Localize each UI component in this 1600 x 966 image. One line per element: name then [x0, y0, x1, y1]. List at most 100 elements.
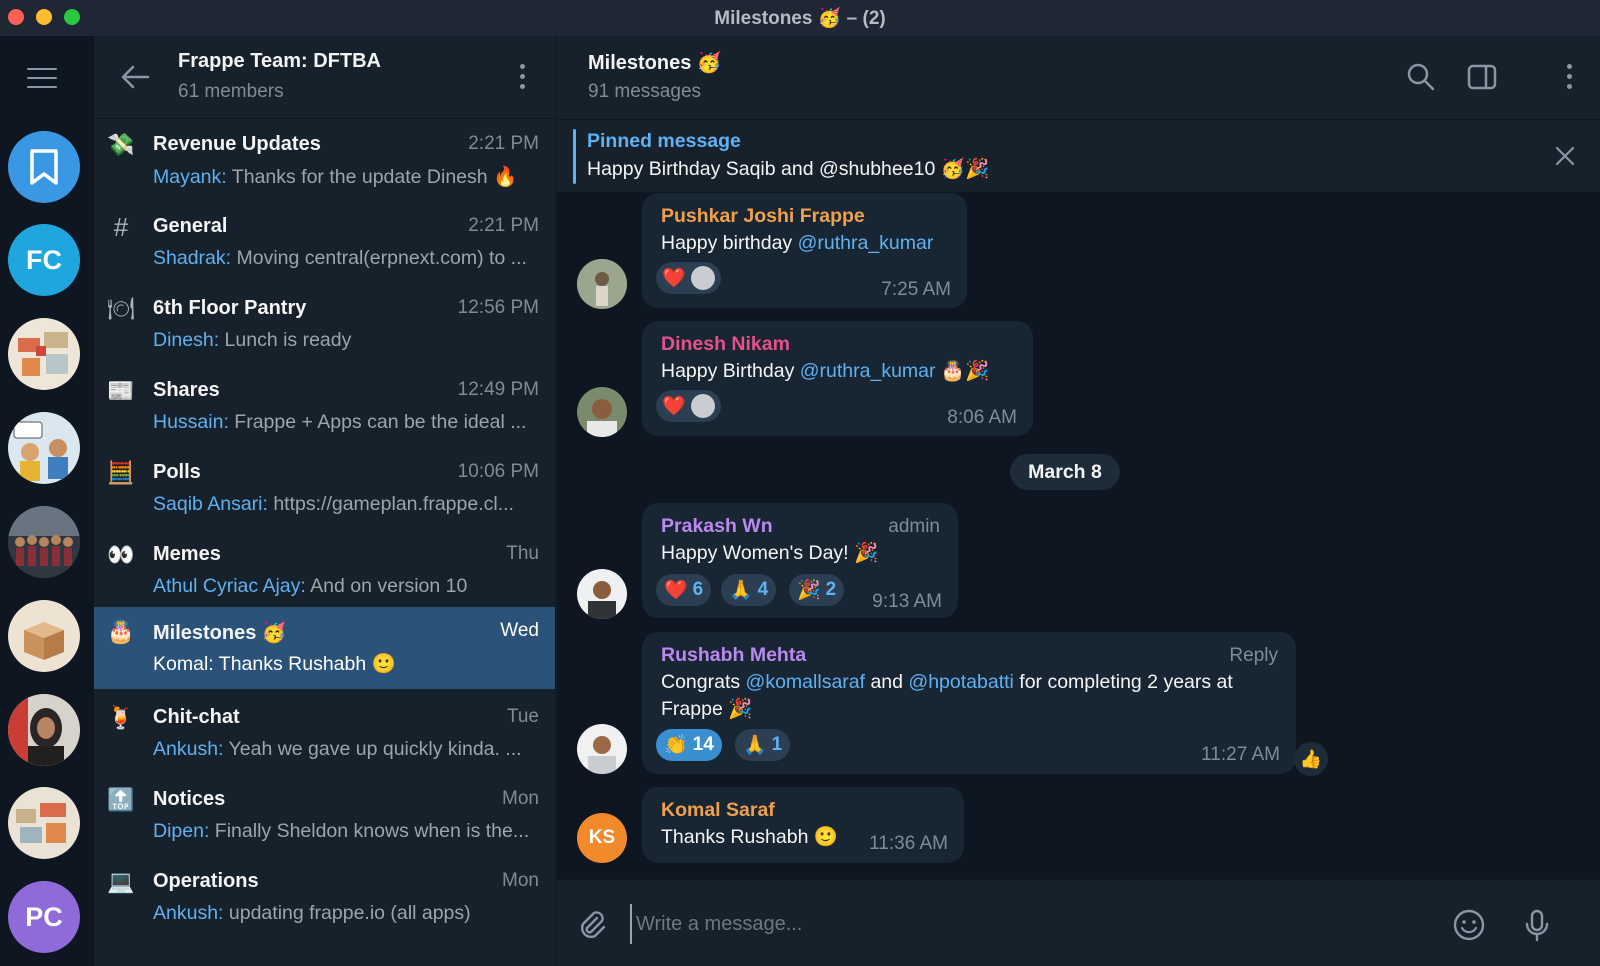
back-arrow-icon[interactable]: [120, 64, 150, 90]
reaction-pray[interactable]: 🙏 1: [735, 729, 791, 761]
chat-preview: Ankush: updating frappe.io (all apps): [153, 902, 545, 925]
cartoon-image: [13, 421, 68, 481]
attach-icon[interactable]: [575, 908, 609, 942]
message-author: Dinesh Nikam: [661, 333, 790, 355]
emoji-icon[interactable]: [1452, 908, 1486, 942]
chat-item-6th-floor-pantry[interactable]: 🍽 6th Floor Pantry 12:56 PM Dinesh: Lunc…: [94, 284, 555, 366]
message-bubble[interactable]: Dinesh Nikam Happy Birthday @ruthra_kuma…: [642, 321, 1033, 436]
quick-reaction-button[interactable]: 👍: [1294, 742, 1328, 776]
more-options-icon[interactable]: [1566, 64, 1574, 92]
message-time: 8:06 AM: [947, 407, 1017, 428]
chat-item-general[interactable]: # General 2:21 PM Shadrak: Moving centra…: [94, 202, 555, 284]
preview-sender: Dipen:: [153, 820, 210, 842]
preview-text: Yeah we gave up quickly kinda. ...: [228, 738, 522, 760]
hamburger-menu-icon[interactable]: [27, 68, 57, 88]
message-input[interactable]: [630, 904, 1410, 944]
team-photo-avatar[interactable]: [8, 506, 80, 578]
avatar-photo: [577, 387, 627, 437]
preview-text: Frappe + Apps can be the ideal ...: [234, 411, 527, 433]
office-map-2-avatar[interactable]: [8, 787, 80, 859]
reply-button[interactable]: Reply: [1229, 645, 1278, 667]
more-options-icon[interactable]: [519, 64, 527, 92]
window-title: Milestones 🥳 – (2): [714, 8, 886, 29]
cartoon-avatar[interactable]: [8, 412, 80, 484]
chat-item-notices[interactable]: 🔝 Notices Mon Dipen: Finally Sheldon kno…: [94, 775, 555, 857]
chat-item-shares[interactable]: 📰 Shares 12:49 PM Hussain: Frappe + Apps…: [94, 366, 555, 448]
chat-name: Polls: [153, 461, 201, 483]
title-bar: Milestones 🥳 – (2): [0, 0, 1600, 36]
message-bubble[interactable]: Rushabh Mehta Reply Congrats @komallsara…: [642, 632, 1296, 774]
avatar[interactable]: [577, 259, 627, 309]
microphone-icon[interactable]: [1520, 908, 1554, 942]
minimize-window-button[interactable]: [36, 9, 52, 25]
reaction-party[interactable]: 🎉 2: [789, 574, 845, 606]
avatar[interactable]: [577, 387, 627, 437]
message-text: Happy Women's Day! 🎉: [661, 542, 879, 564]
avatar[interactable]: KS: [577, 813, 627, 863]
chat-item-polls[interactable]: 🧮 Polls 10:06 PM Saqib Ansari: https://g…: [94, 448, 555, 530]
reaction-heart[interactable]: ❤️: [656, 262, 721, 294]
close-window-button[interactable]: [8, 9, 24, 25]
mention-link[interactable]: @komallsaraf: [746, 671, 866, 693]
preview-text: Finally Sheldon knows when is the...: [214, 820, 530, 842]
mention-link[interactable]: @ruthra_kumar: [800, 360, 936, 382]
person-photo-image: [8, 694, 80, 766]
reaction-pray[interactable]: 🙏 4: [721, 574, 777, 606]
conversation-panel: Milestones 🥳 91 messages Pinned message …: [557, 36, 1600, 966]
search-icon[interactable]: [1406, 62, 1436, 92]
close-icon[interactable]: [1554, 145, 1576, 167]
chat-item-operations[interactable]: 💻 Operations Mon Ankush: updating frappe…: [94, 857, 555, 939]
chat-item-milestones[interactable]: 🎂 Milestones 🥳 Wed Komal: Thanks Rushabh…: [94, 607, 555, 689]
chat-time: Mon: [502, 870, 539, 891]
chat-name: Revenue Updates: [153, 133, 321, 155]
zoom-window-button[interactable]: [64, 9, 80, 25]
message-text: Happy birthday @ruthra_kumar: [661, 232, 934, 254]
message-bubble[interactable]: Prakash Wn admin Happy Women's Day! 🎉 ❤️…: [642, 503, 958, 618]
chat-time: Tue: [506, 706, 539, 727]
message-time: 11:27 AM: [1201, 744, 1280, 765]
message-bubble[interactable]: Pushkar Joshi Frappe Happy birthday @rut…: [642, 193, 967, 308]
avatar-photo: [577, 724, 627, 774]
reaction-heart[interactable]: ❤️ 6: [656, 574, 712, 606]
chat-time: 2:21 PM: [468, 133, 539, 154]
pinned-message-bar[interactable]: Pinned message Happy Birthday Saqib and …: [557, 119, 1600, 192]
chat-preview: Ankush: Yeah we gave up quickly kinda. .…: [153, 738, 545, 761]
boxes-avatar[interactable]: [8, 600, 80, 672]
reaction-heart[interactable]: ❤️: [656, 390, 721, 422]
avatar[interactable]: [577, 724, 627, 774]
preview-sender: Athul Cyriac Ajay:: [153, 575, 306, 597]
preview-sender: Ankush:: [153, 902, 224, 924]
office-map-image: [18, 332, 68, 376]
chat-item-chit-chat[interactable]: 🍹 Chit-chat Tue Ankush: Yeah we gave up …: [94, 693, 555, 775]
pc-avatar[interactable]: PC: [8, 881, 80, 953]
avatar-photo: [577, 569, 627, 619]
chat-item-revenue-updates[interactable]: 💸 Revenue Updates 2:21 PM Mayank: Thanks…: [94, 120, 555, 202]
sidebar-toggle-icon[interactable]: [1467, 62, 1497, 92]
office-map-2-image: [16, 803, 66, 843]
preview-sender: Hussain:: [153, 411, 229, 433]
laptop-icon: 💻: [107, 869, 135, 894]
chat-preview: Dinesh: Lunch is ready: [153, 329, 545, 352]
pinned-label: Pinned message: [587, 130, 741, 152]
reaction-clap[interactable]: 👏 14: [656, 729, 722, 761]
chat-item-memes[interactable]: 👀 Memes Thu Athul Cyriac Ajay: And on ve…: [94, 530, 555, 612]
person-photo-avatar[interactable]: [8, 694, 80, 766]
saved-messages-avatar[interactable]: [8, 131, 80, 203]
preview-text: Thanks Rushabh 🙂: [218, 653, 396, 675]
preview-sender: Saqib Ansari:: [153, 493, 268, 515]
message-bubble[interactable]: Komal Saraf Thanks Rushabh 🙂 11:36 AM: [642, 787, 964, 863]
preview-sender: Dinesh:: [153, 329, 220, 351]
chat-title: Milestones 🥳: [588, 52, 722, 74]
chat-preview: Hussain: Frappe + Apps can be the ideal …: [153, 411, 545, 434]
reactor-avatar: [690, 266, 715, 290]
fc-avatar[interactable]: FC: [8, 224, 80, 296]
office-map-avatar[interactable]: [8, 318, 80, 390]
abacus-icon: 🧮: [107, 460, 135, 485]
mention-link[interactable]: @hpotabatti: [908, 671, 1013, 693]
preview-text: https://gameplan.frappe.cl...: [273, 493, 514, 515]
avatar[interactable]: [577, 569, 627, 619]
team-photo-image: [8, 506, 80, 578]
mention-link[interactable]: @ruthra_kumar: [798, 232, 934, 254]
chat-header: Milestones 🥳 91 messages: [557, 36, 1600, 119]
chat-time: 2:21 PM: [468, 215, 539, 236]
